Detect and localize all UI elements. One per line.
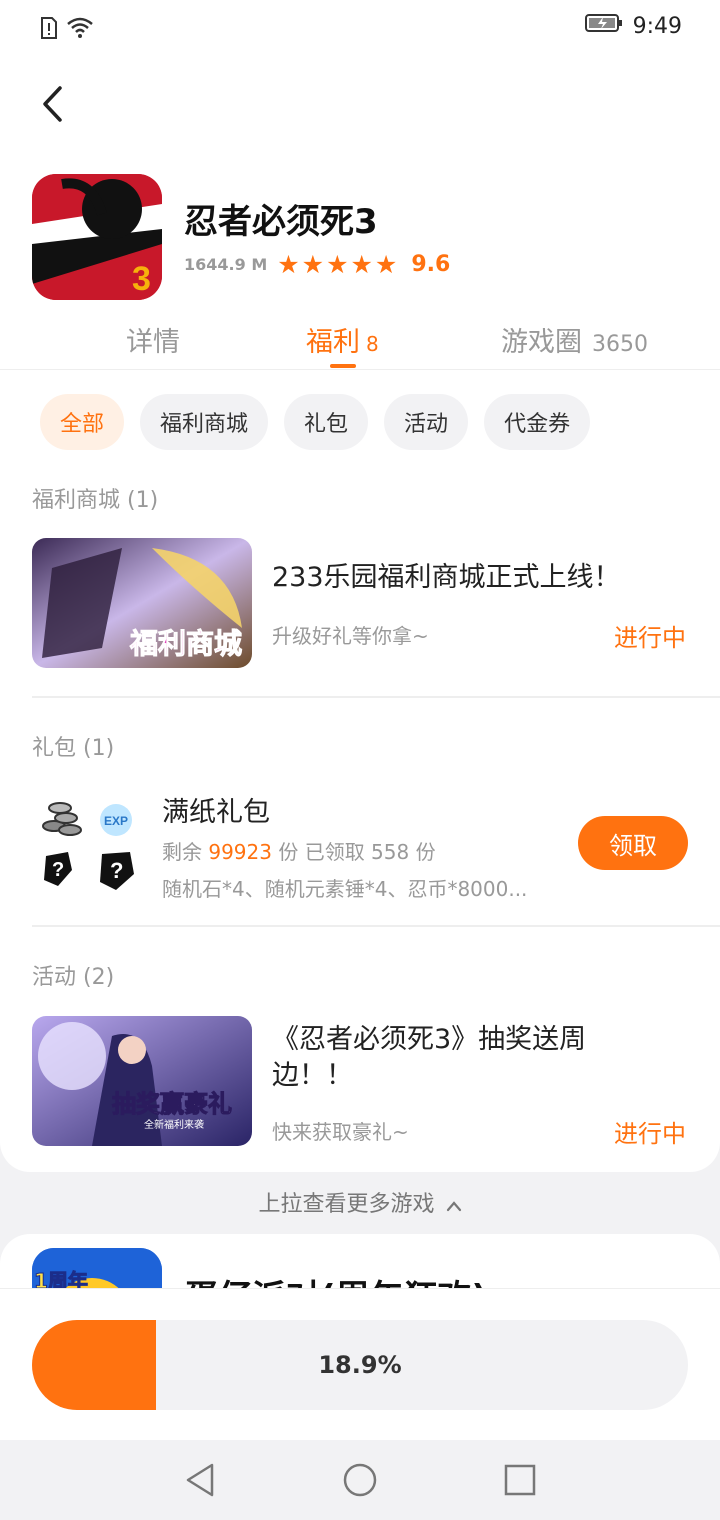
activity-image-subtext: 全新福利来袭	[144, 1118, 204, 1131]
gift-icons: EXP ? ?	[32, 794, 142, 894]
nav-back-button[interactable]	[180, 1460, 220, 1500]
gift-items: 随机石*4、随机元素锤*4、忍币*8000...	[162, 877, 528, 901]
remain-count: 99923	[208, 840, 272, 864]
section-label-gift: 礼包 (1)	[32, 736, 115, 761]
activity-card-image[interactable]: 抽奖赢豪礼 全新福利来袭	[32, 1016, 252, 1146]
pull-more-hint[interactable]: 上拉查看更多游戏	[0, 1186, 720, 1218]
tab-indicator	[330, 364, 356, 368]
nav-home-button[interactable]	[340, 1460, 380, 1500]
circle-home-icon	[343, 1463, 377, 1497]
progress-label: 18.9%	[318, 1351, 402, 1379]
divider	[32, 925, 720, 927]
download-progress-bar[interactable]: 18.9%	[32, 1320, 688, 1410]
top-header	[0, 56, 720, 166]
svg-text:?: ?	[110, 858, 123, 883]
sim-alert-icon	[40, 16, 58, 44]
mystery-item-icon: ?	[44, 852, 72, 886]
tab-game-circle[interactable]: 游戏圈 3650	[501, 320, 648, 359]
section-label-mall: 福利商城 (1)	[32, 488, 159, 513]
chip-activity[interactable]: 活动	[384, 394, 469, 450]
star-icon: ★	[277, 250, 300, 279]
tab-count: 3650	[592, 332, 648, 357]
app-size: 1644.9 M	[184, 255, 268, 274]
system-nav-bar	[0, 1440, 720, 1520]
app-info: 3 忍者必须死3 1644.9 M ★ ★ ★ ★ ★ 9.6	[0, 166, 720, 306]
chip-mall[interactable]: 福利商城	[140, 394, 269, 450]
battery-charging-icon	[584, 13, 623, 39]
benefits-content: 全部 福利商城 礼包 活动 代金券 福利商城 (1) 福利商城 233乐园福利商…	[0, 370, 720, 1172]
tab-benefits[interactable]: 福利 8	[306, 320, 379, 359]
chevron-left-icon	[43, 86, 62, 122]
coins-icon	[42, 802, 82, 836]
gift-title: 满纸礼包	[162, 797, 270, 828]
ninja-game-icon[interactable]: 3	[32, 174, 162, 300]
nav-recents-button[interactable]	[500, 1460, 540, 1500]
mall-image-text: 福利商城	[129, 627, 242, 660]
star-icon: ★	[374, 250, 398, 279]
mystery-item-icon: ?	[100, 852, 134, 890]
remain-prefix: 剩余	[162, 840, 209, 864]
chip-gift[interactable]: 礼包	[284, 394, 369, 450]
mall-card-image[interactable]: 福利商城	[32, 538, 252, 668]
star-icon: ★	[350, 250, 373, 279]
tab-bar: 详情 福利 8 游戏圈 3650	[0, 306, 720, 370]
gift-remaining: 剩余 99923 份 已领取 558 份	[162, 836, 436, 865]
wifi-icon	[66, 17, 94, 43]
chip-voucher[interactable]: 代金券	[484, 394, 591, 450]
activity-card-title[interactable]: 《忍者必须死3》抽奖送周边！！	[272, 1022, 642, 1094]
svg-text:3: 3	[132, 260, 151, 298]
status-bar: 9:49	[0, 0, 720, 56]
triangle-back-icon	[186, 1463, 214, 1497]
chevron-up-icon	[446, 1193, 462, 1218]
square-recents-icon	[504, 1464, 536, 1496]
download-panel: 18.9%	[0, 1288, 720, 1440]
next-game-card[interactable]: 1周年 蛋仔派对(周年狂欢)	[0, 1234, 720, 1294]
section-label-activity: 活动 (2)	[32, 965, 115, 990]
filter-chips: 全部 福利商城 礼包 活动 代金券	[40, 394, 591, 450]
tab-label: 游戏圈	[501, 327, 582, 358]
app-meta: 1644.9 M ★ ★ ★ ★ ★ 9.6	[184, 252, 450, 277]
remain-suffix: 份 已领取 558 份	[271, 840, 436, 864]
star-icon: ★	[326, 250, 349, 279]
svg-text:EXP: EXP	[104, 814, 128, 828]
rating-score: 9.6	[411, 252, 451, 277]
chip-all[interactable]: 全部	[40, 394, 125, 450]
clock-time: 9:49	[632, 13, 682, 39]
mall-card-title[interactable]: 233乐园福利商城正式上线！	[272, 560, 621, 596]
star-icon: ★	[301, 250, 325, 279]
activity-status: 进行中	[614, 1120, 686, 1148]
tab-label: 详情	[126, 327, 180, 358]
activity-image-text: 抽奖赢豪礼	[112, 1090, 232, 1118]
pull-more-text: 上拉查看更多游戏	[258, 1192, 435, 1217]
claim-button[interactable]: 领取	[578, 816, 688, 870]
tab-count: 8	[366, 332, 379, 356]
svg-text:?: ?	[52, 859, 64, 881]
activity-card-subtitle: 快来获取豪礼~	[272, 1120, 409, 1144]
app-title: 忍者必须死3	[184, 202, 378, 242]
exp-icon: EXP	[100, 804, 132, 836]
tab-details[interactable]: 详情	[126, 320, 180, 359]
tab-label: 福利	[306, 327, 360, 358]
mall-card-subtitle: 升级好礼等你拿~	[272, 624, 429, 648]
back-button[interactable]	[30, 82, 74, 126]
divider	[32, 696, 720, 698]
mall-status: 进行中	[614, 624, 686, 652]
rating-stars: ★ ★ ★ ★ ★	[277, 252, 397, 277]
